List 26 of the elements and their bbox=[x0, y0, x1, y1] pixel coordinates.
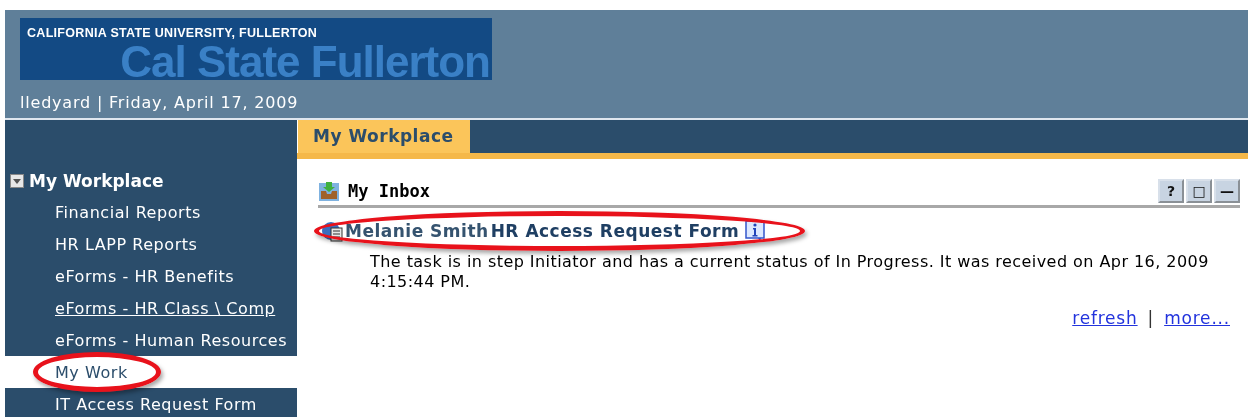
portlet-button[interactable]: □ bbox=[1186, 179, 1212, 203]
collapse-toggle-icon[interactable] bbox=[10, 174, 24, 188]
link-separator: | bbox=[1147, 308, 1155, 328]
sender-link[interactable]: Melanie Smith bbox=[345, 221, 489, 241]
logo-subtitle: CALIFORNIA STATE UNIVERSITY, FULLERTON bbox=[27, 26, 318, 40]
task-icon bbox=[321, 220, 345, 242]
sidebar-item[interactable]: eForms - HR Benefits bbox=[55, 266, 235, 286]
portlet-title: My Inbox bbox=[348, 181, 431, 201]
inbox-icon bbox=[318, 180, 340, 202]
info-icon[interactable] bbox=[745, 220, 766, 242]
sidebar-item[interactable]: eForms - HR Class \ Comp bbox=[55, 298, 276, 318]
user-date-text: lledyard | Friday, April 17, 2009 bbox=[20, 93, 300, 112]
sidebar-heading[interactable]: My Workplace bbox=[29, 171, 164, 191]
task-description: The task is in step Initiator and has a current status of In Progress. It was received on Apr 16, 2009 4:15:44 PM. bbox=[369, 251, 1210, 292]
refresh-link[interactable]: refresh bbox=[1072, 308, 1138, 328]
sidebar-item[interactable]: Financial Reports bbox=[55, 202, 201, 222]
tab[interactable]: My Workplace bbox=[297, 120, 470, 153]
logo-title: Cal State Fullerton bbox=[120, 40, 490, 80]
portlet-button[interactable]: — bbox=[1214, 179, 1240, 203]
form-link[interactable]: HR Access Request Form bbox=[490, 221, 740, 241]
sidebar-item[interactable]: IT Access Request Form bbox=[55, 394, 257, 414]
sidebar-item[interactable]: My Work bbox=[55, 362, 128, 382]
more-link[interactable]: more... bbox=[1164, 308, 1230, 328]
portlet-button[interactable]: ? bbox=[1158, 179, 1184, 203]
sidebar-item[interactable]: eForms - Human Resources bbox=[55, 330, 288, 350]
sidebar-item[interactable]: HR LAPP Reports bbox=[55, 234, 198, 254]
